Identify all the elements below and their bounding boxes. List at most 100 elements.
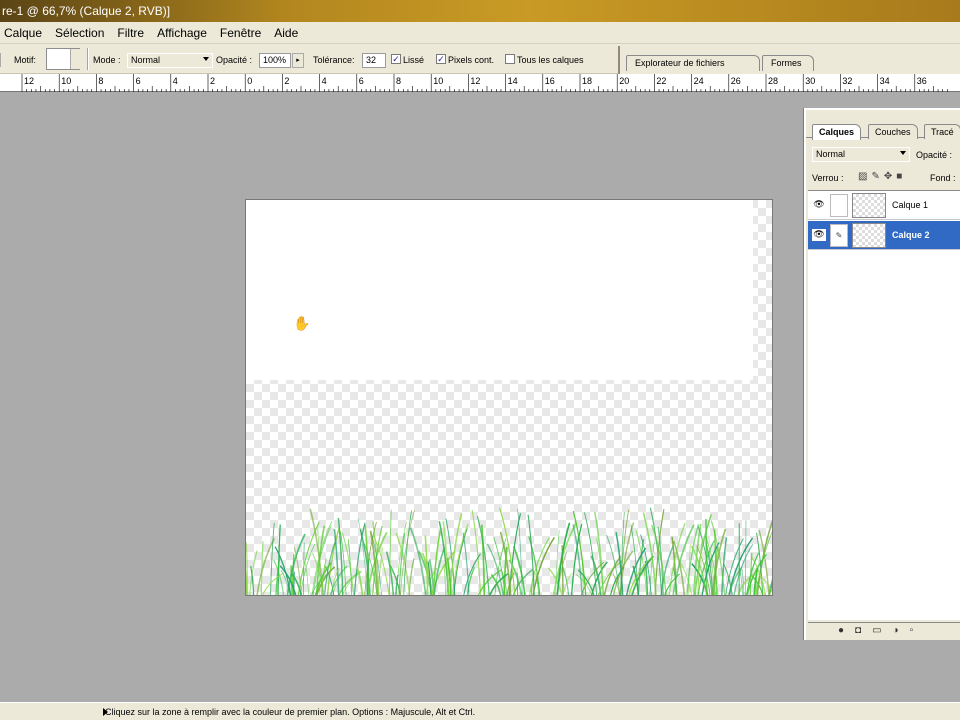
tab-formes-label: Formes — [771, 58, 802, 68]
white-filled-area — [246, 200, 753, 380]
layers-palette-footer: ●◘▭◑▫ — [808, 622, 960, 640]
layer-row[interactable]: 👁 Calque 1 — [808, 191, 960, 220]
tab-explorateur-fichiers[interactable]: Explorateur de fichiers — [626, 55, 760, 71]
grass-blade — [570, 523, 583, 595]
ruler-label: 6 — [136, 76, 141, 86]
menu-fenetre[interactable]: Fenêtre — [220, 26, 261, 40]
horizontal-ruler: 12 10 8 6 4 2 0 2 4 6 8 10 12 14 16 18 20 22 24 26 28 30 32 34 3… — [0, 74, 960, 92]
lisse-label: Lissé — [403, 55, 425, 65]
lisse-checkbox[interactable]: ✓ — [391, 54, 401, 64]
layer-thumbnail — [852, 223, 886, 248]
ruler-label: 26 — [731, 76, 741, 86]
ruler-label: 8 — [98, 76, 103, 86]
grass-blade — [353, 522, 366, 595]
grass-blade — [408, 558, 415, 595]
new-set-icon[interactable]: ▭ — [872, 625, 892, 636]
tab-calques-label: Calques — [819, 127, 855, 137]
window-title: re-1 @ 66,7% (Calque 2, RVB)] — [2, 4, 171, 18]
menu-calque[interactable]: Calque — [4, 26, 42, 40]
layer-thumbnail — [852, 193, 886, 218]
status-bar: Cliquez sur la zone à remplir avec la co… — [0, 702, 960, 720]
opacity-label: Opacité : — [216, 55, 253, 65]
menu-aide[interactable]: Aide — [274, 26, 298, 40]
tab-couches-label: Couches — [875, 127, 911, 137]
ruler-label: 4 — [322, 76, 327, 86]
lock-all-icon[interactable]: ■ — [896, 171, 906, 182]
opacity-value: 100% — [263, 55, 287, 65]
grass-blade — [270, 522, 275, 595]
grass-blade — [337, 517, 344, 595]
layer-style-icon[interactable]: ● — [838, 625, 855, 636]
lock-label: Verrou : — [812, 173, 844, 183]
blend-mode-value: Normal — [816, 149, 846, 159]
layers-palette-tabs: Calques Couches Tracé — [806, 122, 960, 140]
eye-icon[interactable]: 👁 — [812, 199, 826, 211]
layer-name: Calque 2 — [892, 230, 930, 240]
ruler-label: 16 — [545, 76, 555, 86]
lock-position-icon[interactable]: ✥ — [884, 171, 896, 182]
tab-traces[interactable]: Tracé — [924, 124, 960, 139]
chevron-down-icon — [900, 151, 906, 155]
chevron-down-icon — [203, 57, 209, 61]
lock-transparency-icon[interactable]: ▨ — [858, 171, 871, 182]
separator — [87, 48, 89, 70]
new-layer-icon[interactable]: ▫ — [910, 625, 925, 636]
ruler-label: 24 — [694, 76, 704, 86]
motif-label: Motif: — [14, 55, 37, 65]
tolerance-field[interactable]: 32 — [362, 53, 386, 68]
layer-mask-icon[interactable]: ◘ — [855, 625, 872, 636]
tab-formes[interactable]: Formes — [762, 55, 814, 71]
tab-calques[interactable]: Calques — [812, 124, 862, 140]
ruler-label: 34 — [880, 76, 890, 86]
palette-well: Explorateur de fichiers Formes — [618, 46, 960, 74]
opacity-field[interactable]: 100% — [259, 53, 291, 68]
paint-bucket-cursor-icon: ✋ — [293, 315, 311, 331]
ruler-label: 8 — [396, 76, 401, 86]
tolerance-value: 32 — [366, 55, 377, 65]
ruler-label: 6 — [359, 76, 364, 86]
ruler-label: 10 — [433, 76, 443, 86]
status-arrow-icon[interactable] — [103, 708, 108, 716]
grass-artwork — [246, 507, 772, 595]
tous-calques-checkbox[interactable] — [505, 54, 515, 64]
lock-pixels-icon[interactable]: ✎ — [871, 171, 883, 182]
ruler-label: 28 — [768, 76, 778, 86]
layer-name: Calque 1 — [892, 200, 929, 210]
grass-blade — [293, 547, 302, 595]
menu-selection[interactable]: Sélection — [55, 26, 104, 40]
blend-mode-select[interactable]: Normal — [812, 147, 910, 162]
adjustment-layer-icon[interactable]: ◑ — [893, 625, 910, 636]
status-text: Cliquez sur la zone à remplir avec la co… — [105, 707, 476, 717]
ruler-label: 18 — [582, 76, 592, 86]
document-canvas[interactable] — [245, 199, 773, 596]
mode-value: Normal — [131, 55, 161, 65]
ruler-label: 4 — [173, 76, 178, 86]
layer-row[interactable]: 👁 ✎ Calque 2 — [808, 221, 960, 250]
ruler-label: 12 — [24, 76, 34, 86]
ruler-label: 2 — [210, 76, 215, 86]
ruler-label: 30 — [805, 76, 815, 86]
grass-blade — [486, 543, 504, 595]
tab-couches[interactable]: Couches — [868, 124, 918, 139]
layers-list: 👁 Calque 1 👁 ✎ Calque 2 — [808, 190, 960, 620]
pattern-dropdown-arrow[interactable] — [70, 49, 80, 69]
pixels-contigus-checkbox[interactable]: ✓ — [436, 54, 446, 64]
brush-icon[interactable]: ✎ — [830, 224, 848, 247]
tool-preset-arrow[interactable] — [0, 53, 8, 67]
opacity-slider-arrow[interactable]: ▸ — [292, 53, 304, 68]
eye-icon[interactable]: 👁 — [812, 229, 826, 241]
layer-link-box[interactable] — [830, 194, 848, 217]
mode-select[interactable]: Normal — [127, 53, 213, 68]
tous-calques-label: Tous les calques — [517, 55, 584, 65]
ruler-label: 10 — [61, 76, 71, 86]
grass-blade — [304, 562, 309, 595]
ruler-label: 14 — [508, 76, 518, 86]
ruler-label: 36 — [917, 76, 927, 86]
ruler-ticks: 12 10 8 6 4 2 0 2 4 6 8 10 12 14 16 18 20 22 24 26 28 30 32 34 3… — [21, 74, 948, 92]
grass-blade — [443, 564, 447, 595]
ruler-label: 22 — [656, 76, 666, 86]
ruler-label: 12 — [470, 76, 480, 86]
menu-filtre[interactable]: Filtre — [117, 26, 144, 40]
lock-icons[interactable]: ▨✎✥■ — [858, 171, 906, 182]
menu-affichage[interactable]: Affichage — [157, 26, 207, 40]
